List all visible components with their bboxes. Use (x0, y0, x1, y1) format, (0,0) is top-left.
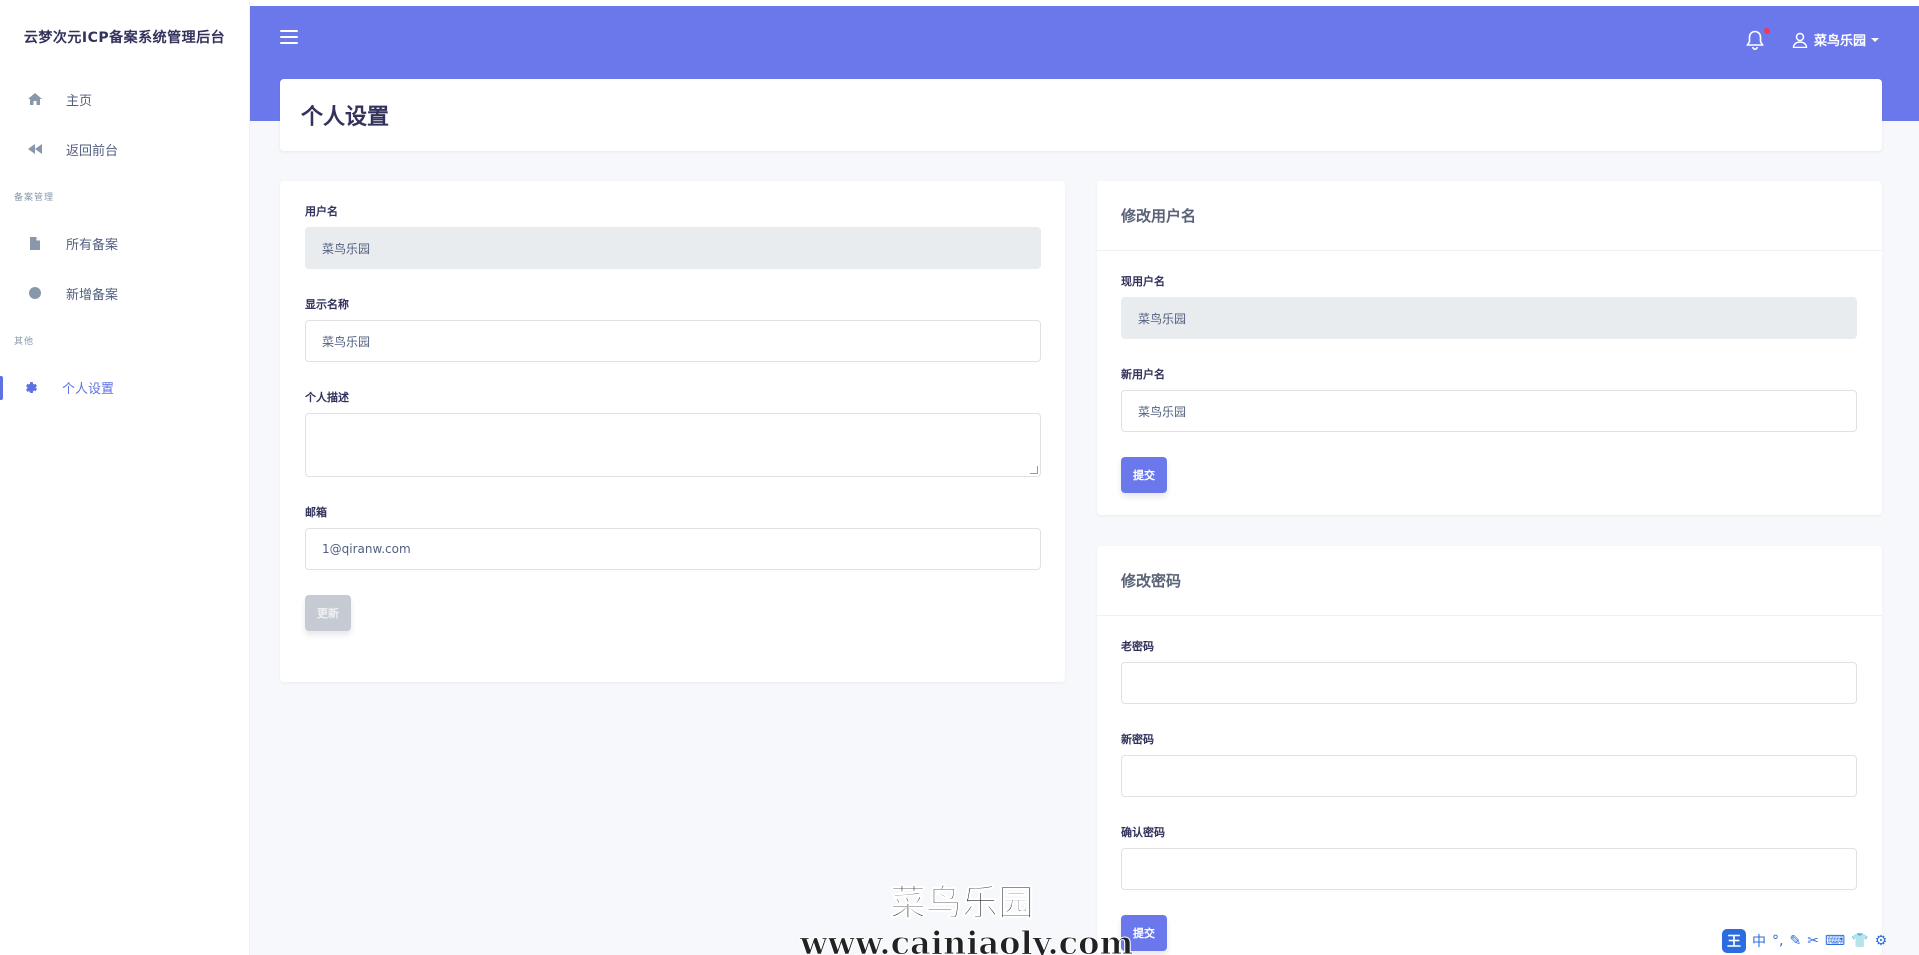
gear-icon (24, 380, 38, 394)
sidebar-item-all-records[interactable]: 所有备案 (0, 218, 249, 268)
display-name-field[interactable]: 菜鸟乐园 (305, 320, 1041, 362)
new-username-label: 新用户名 (1121, 368, 1165, 381)
sidebar-item-label: 返回前台 (66, 143, 119, 159)
file-icon (28, 236, 42, 250)
old-password-field[interactable] (1121, 662, 1857, 704)
ime-skin-icon[interactable]: 👕 (1851, 933, 1868, 949)
ime-settings-icon[interactable]: ⚙ (1875, 933, 1888, 949)
user-menu[interactable]: 菜鸟乐园 (1792, 30, 1880, 49)
new-password-field[interactable] (1121, 755, 1857, 797)
watermark-title: 菜鸟乐园 (889, 882, 1035, 925)
page-title: 个人设置 (301, 105, 390, 130)
sidebar-item-label: 主页 (66, 93, 93, 109)
profile-form-card: 用户名 菜鸟乐园 显示名称 菜鸟乐园 个人描述 邮箱 1@qiranw.com … (280, 181, 1065, 682)
sidebar-item-home[interactable]: 主页 (0, 74, 249, 124)
notification-bell-icon[interactable] (1746, 28, 1770, 52)
new-password-label: 新密码 (1121, 733, 1154, 746)
change-username-title: 修改用户名 (1097, 181, 1882, 251)
user-icon (1792, 32, 1808, 48)
user-name: 菜鸟乐园 (1814, 34, 1867, 49)
submit-username-button[interactable]: 提交 (1121, 457, 1167, 493)
nav-section-heading: 备案管理 (14, 192, 55, 203)
backward-icon (28, 142, 42, 156)
update-button[interactable]: 更新 (305, 595, 351, 631)
nav-section-heading: 其他 (14, 336, 35, 347)
ime-toolbar: 王 中 °, ✎ ✂ ⌨ 👕 ⚙ (1722, 928, 1887, 954)
old-password-label: 老密码 (1121, 640, 1154, 653)
ime-logo[interactable]: 王 (1722, 929, 1746, 953)
ime-scissors-icon[interactable]: ✂ (1807, 933, 1819, 949)
change-password-card: 修改密码 老密码 新密码 确认密码 提交 (1097, 546, 1882, 955)
confirm-password-label: 确认密码 (1121, 826, 1165, 839)
email-label: 邮箱 (305, 506, 327, 519)
brand-title: 云梦次元ICP备案系统管理后台 (23, 30, 226, 46)
email-field[interactable]: 1@qiranw.com (305, 528, 1041, 570)
ime-punct-icon[interactable]: °, (1772, 933, 1783, 949)
sidebar-item-label: 所有备案 (66, 237, 119, 253)
watermark-url: www.cainiaoly.com (799, 924, 1134, 955)
current-username-label: 现用户名 (1121, 275, 1165, 288)
sidebar-item-label: 个人设置 (62, 381, 115, 397)
new-username-field[interactable]: 菜鸟乐园 (1121, 390, 1857, 432)
sidebar-item-back-frontend[interactable]: 返回前台 (0, 124, 249, 174)
change-username-card: 修改用户名 现用户名 菜鸟乐园 新用户名 菜鸟乐园 提交 (1097, 181, 1882, 515)
home-icon (28, 92, 42, 106)
change-password-title: 修改密码 (1097, 546, 1882, 616)
sidebar: 云梦次元ICP备案系统管理后台 主页 返回前台 备案管理 所有备案 新增备案 其… (0, 0, 250, 955)
username-field: 菜鸟乐园 (305, 227, 1041, 269)
resize-grip-icon[interactable] (1030, 466, 1038, 474)
circle-icon (28, 286, 42, 300)
confirm-password-field[interactable] (1121, 848, 1857, 890)
page-title-card: 个人设置 (280, 79, 1882, 151)
notification-dot (1764, 28, 1770, 34)
sidebar-item-profile-settings[interactable]: 个人设置 (0, 362, 249, 412)
chevron-down-icon (1871, 37, 1880, 42)
description-textarea[interactable] (305, 413, 1041, 477)
sidebar-item-new-record[interactable]: 新增备案 (0, 268, 249, 318)
display-name-label: 显示名称 (305, 298, 349, 311)
ime-keyboard-icon[interactable]: ⌨ (1825, 933, 1845, 949)
sidebar-item-label: 新增备案 (66, 287, 119, 303)
ime-pen-icon[interactable]: ✎ (1789, 933, 1801, 949)
username-label: 用户名 (305, 205, 338, 218)
menu-toggle-icon[interactable] (280, 30, 298, 46)
ime-mode[interactable]: 中 (1752, 931, 1766, 951)
current-username-field: 菜鸟乐园 (1121, 297, 1857, 339)
description-label: 个人描述 (305, 391, 349, 404)
